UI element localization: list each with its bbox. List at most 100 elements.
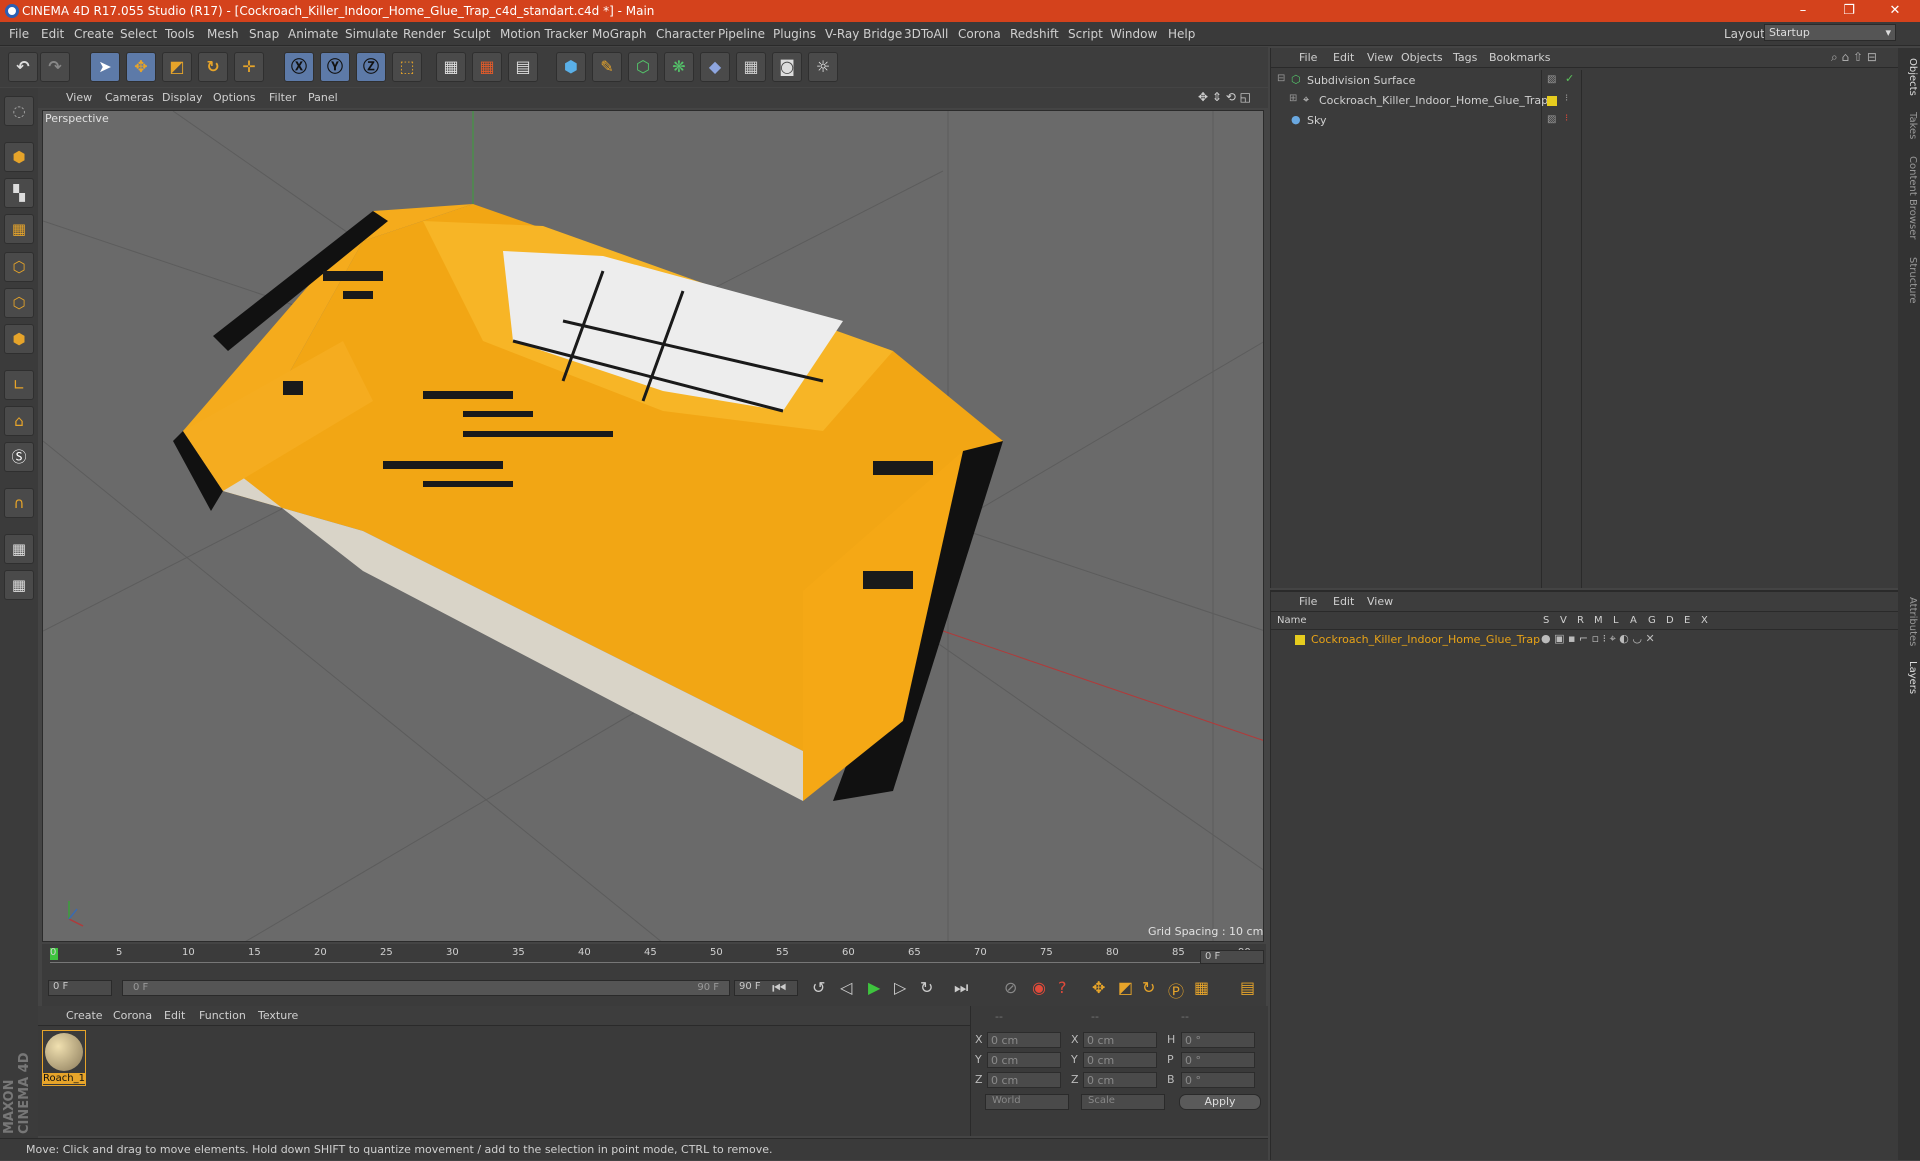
menu-corona[interactable]: Corona [958, 27, 1001, 41]
workplane-rotate-button[interactable]: ▦ [4, 570, 34, 600]
expand-icon[interactable]: ⊞ [1289, 93, 1297, 104]
vp-menu-filter[interactable]: Filter [269, 91, 296, 104]
prev-keyframe-icon[interactable]: ↺ [812, 978, 825, 997]
next-keyframe-icon[interactable]: ↻ [920, 978, 933, 997]
pen-spline-button[interactable]: ✎ [592, 52, 622, 82]
obj-menu-objects[interactable]: Objects [1401, 51, 1443, 64]
collapse-icon[interactable]: ⊟ [1277, 73, 1285, 84]
menu-plugins[interactable]: Plugins [773, 27, 816, 41]
render-picture-viewer-button[interactable]: ▦ [472, 52, 502, 82]
play-icon[interactable]: ▶ [868, 978, 880, 997]
layer-name[interactable]: Cockroach_Killer_Indoor_Home_Glue_Trap [1311, 633, 1540, 646]
mat-menu-texture[interactable]: Texture [258, 1009, 298, 1022]
model-mode-button[interactable]: ⬢ [4, 142, 34, 172]
subdivision-button[interactable]: ⬡ [628, 52, 658, 82]
col-deformers[interactable]: D [1666, 615, 1674, 626]
go-to-start-icon[interactable]: ⏮ [772, 978, 786, 998]
layer-color-swatch[interactable] [1547, 96, 1557, 106]
visibility-icon[interactable]: ▨ [1547, 74, 1556, 85]
pos-x-input[interactable] [987, 1032, 1061, 1048]
scale-tool-button[interactable]: ◩ [162, 52, 192, 82]
mat-menu-create[interactable]: Create [66, 1009, 103, 1022]
tree-row-subdivision[interactable]: ⊟ ⬡ Subdivision Surface ▨ ✓ [1275, 72, 1895, 90]
texture-mode-button[interactable]: ▚ [4, 178, 34, 208]
material-item[interactable]: Roach_1 [42, 1030, 86, 1086]
menu-select[interactable]: Select [120, 27, 157, 41]
menu-edit[interactable]: Edit [41, 27, 64, 41]
tweak-mode-button[interactable]: ⌂ [4, 406, 34, 436]
tree-row-trap[interactable]: ⊞ ⌖ Cockroach_Killer_Indoor_Home_Glue_Tr… [1275, 92, 1895, 110]
col-locked[interactable]: L [1613, 615, 1619, 626]
search-icon[interactable]: ⌕ ⌂ ⇧ ⊟ [1831, 50, 1877, 65]
z-axis-button[interactable]: Ⓩ [356, 52, 386, 82]
cube-button[interactable]: ⬢ [556, 52, 586, 82]
obj-menu-bookmarks[interactable]: Bookmarks [1489, 51, 1550, 64]
coord-mode-select[interactable]: World [985, 1094, 1069, 1110]
layer-menu-file[interactable]: File [1299, 595, 1317, 608]
menu-create[interactable]: Create [74, 27, 114, 41]
close-button[interactable]: ✕ [1872, 0, 1918, 22]
menu-render[interactable]: Render [403, 27, 446, 41]
deformer-button[interactable]: ◆ [700, 52, 730, 82]
step-back-icon[interactable]: ◁ [840, 978, 852, 997]
menu-pipeline[interactable]: Pipeline [718, 27, 765, 41]
perspective-viewport[interactable] [42, 110, 1264, 942]
col-manager[interactable]: M [1594, 615, 1603, 626]
go-to-end-icon[interactable]: ⏭ [954, 978, 968, 998]
live-selection-button[interactable]: ➤ [90, 52, 120, 82]
rot-b-input[interactable] [1181, 1072, 1255, 1088]
layer-menu-edit[interactable]: Edit [1333, 595, 1354, 608]
obj-menu-file[interactable]: File [1299, 51, 1317, 64]
render-view-button[interactable]: ▦ [436, 52, 466, 82]
layer-toggle-icons[interactable]: ● ▣ ▪ ⌐ ▫ ⁝ ⌖ ◐ ◡ ✕ [1541, 632, 1655, 646]
snap-button[interactable]: Ⓢ [4, 442, 34, 472]
axis-mode-button[interactable]: ∟ [4, 370, 34, 400]
vp-menu-cameras[interactable]: Cameras [105, 91, 154, 104]
vp-menu-display[interactable]: Display [162, 91, 203, 104]
tab-takes[interactable]: Takes [1900, 106, 1918, 146]
viewport-nav-icons[interactable]: ✥ ⇕ ⟲ ◱ [1198, 90, 1251, 104]
maximize-button[interactable]: ❐ [1826, 0, 1872, 22]
enabled-check-icon[interactable]: ✓ [1565, 72, 1574, 85]
coordinate-system-button[interactable]: ⬚ [392, 52, 422, 82]
pos-y-input[interactable] [987, 1052, 1061, 1068]
make-editable-button[interactable]: ◌ [4, 96, 34, 126]
menu-3dtoall[interactable]: 3DToAll [904, 27, 948, 41]
key-param-icon[interactable]: Ⓟ [1168, 978, 1184, 1002]
undo-button[interactable]: ↶ [8, 52, 38, 82]
timeline-window-icon[interactable]: ▤ [1240, 978, 1255, 997]
menu-mesh[interactable]: Mesh [207, 27, 239, 41]
menu-tools[interactable]: Tools [165, 27, 195, 41]
magnet-button[interactable]: ∩ [4, 488, 34, 518]
layer-row[interactable]: Cockroach_Killer_Indoor_Home_Glue_Trap ●… [1271, 632, 1899, 648]
timeline-ruler[interactable]: 051015202530354045505560657075808590 0 F [42, 944, 1266, 974]
menu-file[interactable]: File [9, 27, 29, 41]
light-button[interactable]: ☼ [808, 52, 838, 82]
visibility-icon[interactable]: ▨ [1547, 114, 1556, 125]
key-scale-icon[interactable]: ◩ [1118, 978, 1133, 997]
rot-h-input[interactable] [1181, 1032, 1255, 1048]
vp-menu-panel[interactable]: Panel [308, 91, 338, 104]
workplane-mode-button[interactable]: ▦ [4, 214, 34, 244]
redo-button[interactable]: ↷ [40, 52, 70, 82]
visibility-dots-icon[interactable]: ⁝ [1565, 113, 1568, 124]
key-rotate-icon[interactable]: ↻ [1142, 978, 1155, 997]
mat-menu-corona[interactable]: Corona [113, 1009, 152, 1022]
mat-menu-function[interactable]: Function [199, 1009, 246, 1022]
tab-attributes[interactable]: Attributes [1900, 592, 1918, 652]
layout-select[interactable]: Startup ▾ [1764, 24, 1896, 41]
obj-menu-edit[interactable]: Edit [1333, 51, 1354, 64]
transform-tool-button[interactable]: ✛ [234, 52, 264, 82]
col-expressions[interactable]: E [1684, 615, 1690, 626]
key-pla-icon[interactable]: ▦ [1194, 978, 1209, 997]
rotate-tool-button[interactable]: ↻ [198, 52, 228, 82]
obj-menu-view[interactable]: View [1367, 51, 1393, 64]
step-forward-icon[interactable]: ▷ [894, 978, 906, 997]
render-settings-button[interactable]: ▤ [508, 52, 538, 82]
vp-menu-view[interactable]: View [66, 91, 92, 104]
layer-color-swatch[interactable] [1295, 635, 1305, 645]
end-frame-field[interactable]: 90 F [734, 980, 798, 996]
minimize-button[interactable]: – [1780, 0, 1826, 22]
mat-menu-edit[interactable]: Edit [164, 1009, 185, 1022]
menu-window[interactable]: Window [1110, 27, 1157, 41]
